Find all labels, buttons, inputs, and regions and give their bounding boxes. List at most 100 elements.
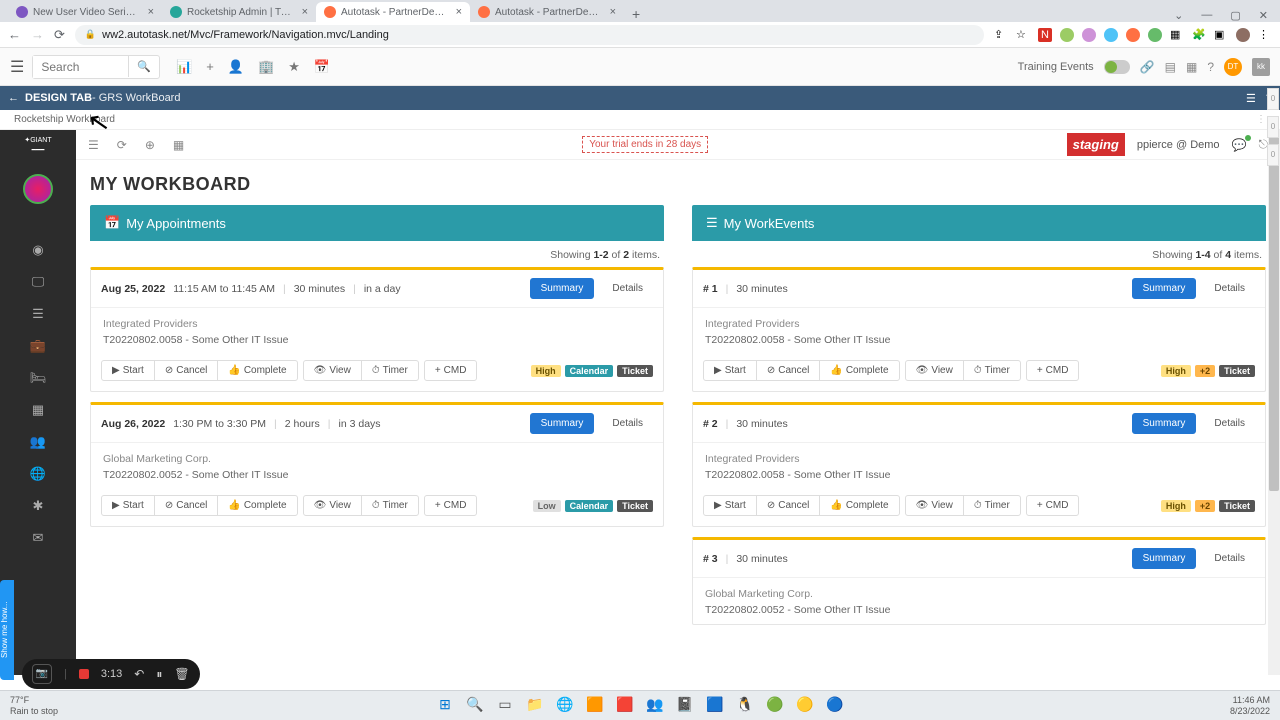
cancel-button[interactable]: ⊘ Cancel [756, 495, 821, 516]
record-icon[interactable] [79, 669, 89, 679]
system-clock[interactable]: 11:46 AM 8/23/2022 [1230, 695, 1270, 717]
close-icon[interactable]: × [302, 6, 308, 18]
card-icon[interactable]: ▤ [1165, 60, 1176, 74]
help-icon[interactable]: ? [1207, 60, 1214, 74]
timer-button[interactable]: ⏱ Timer [361, 360, 419, 381]
view-button[interactable]: 👁 View [905, 360, 964, 381]
address-bar[interactable]: 🔒 ww2.autotask.net/Mvc/Framework/Navigat… [75, 25, 984, 45]
close-icon[interactable]: × [456, 6, 462, 18]
summary-button[interactable]: Summary [530, 278, 595, 299]
cancel-button[interactable]: ⊘ Cancel [154, 495, 219, 516]
browser-tab[interactable]: Rocketship Admin | Ticket Routi× [162, 2, 316, 22]
complete-button[interactable]: 👍 Complete [217, 495, 297, 516]
star-icon[interactable]: ☆ [1016, 28, 1030, 42]
back-icon[interactable]: ← [8, 92, 19, 104]
extensions-icon[interactable]: 🧩 [1192, 28, 1206, 42]
details-button[interactable]: Details [602, 279, 653, 298]
teams-icon[interactable]: 👥 [645, 696, 665, 716]
browser-tab[interactable]: Autotask - PartnerDemo12.04.20× [470, 2, 624, 22]
summary-button[interactable]: Summary [1132, 413, 1197, 434]
cmd-button[interactable]: + CMD [1026, 495, 1080, 516]
mail-icon[interactable]: ✉ [33, 530, 44, 548]
ext-icon[interactable]: N [1038, 28, 1052, 42]
briefcase-icon[interactable]: 💼 [30, 338, 46, 356]
chat-icon[interactable]: 💬 [1232, 138, 1247, 152]
chrome-icon[interactable]: 🔵 [825, 696, 845, 716]
cmd-button[interactable]: + CMD [424, 360, 478, 381]
share-icon[interactable]: ⇪ [994, 28, 1008, 42]
dashboard-icon[interactable]: ◉ [32, 242, 43, 260]
start-button[interactable]: ▶ Start [703, 360, 757, 381]
timer-button[interactable]: ⏱ Timer [963, 360, 1021, 381]
scrollbar[interactable] [1268, 130, 1280, 675]
view-button[interactable]: 👁 View [303, 495, 362, 516]
weather-widget[interactable]: 77°F Rain to stop [10, 695, 58, 717]
ext-icon[interactable]: ▦ [1170, 28, 1184, 42]
building-icon[interactable]: 🏢 [258, 59, 274, 75]
plus-icon[interactable]: + [206, 59, 214, 75]
app-switcher[interactable]: kk [1252, 58, 1270, 76]
timer-button[interactable]: ⏱ Timer [963, 495, 1021, 516]
star-icon[interactable]: ★ [288, 59, 300, 75]
ext-icon[interactable] [1060, 28, 1074, 42]
grid-icon[interactable]: ▦ [1186, 60, 1197, 74]
close-icon[interactable]: × [148, 6, 154, 18]
trash-icon[interactable]: 🗑 [174, 667, 189, 681]
sidepanel-icon[interactable]: ▣ [1214, 28, 1228, 42]
show-me-how-tab[interactable]: Show me how... [0, 580, 14, 680]
users-icon[interactable]: 👥 [30, 434, 46, 452]
details-button[interactable]: Details [1204, 414, 1255, 433]
user-icon[interactable]: 👤 [228, 59, 244, 75]
chevron-down-icon[interactable]: ⌄ [1174, 9, 1183, 22]
menu-icon[interactable]: ☰ [88, 138, 99, 152]
forward-icon[interactable]: → [31, 27, 44, 42]
cmd-button[interactable]: + CMD [1026, 360, 1080, 381]
profile-avatar[interactable] [1236, 28, 1250, 42]
ext-icon[interactable] [1082, 28, 1096, 42]
menu-icon[interactable]: ☰ [10, 57, 24, 77]
close-icon[interactable]: × [610, 6, 616, 18]
search-icon[interactable]: 🔍 [465, 696, 485, 716]
summary-button[interactable]: Summary [1132, 278, 1197, 299]
reload-icon[interactable]: ⟳ [54, 27, 65, 43]
app-icon[interactable]: 🟡 [795, 696, 815, 716]
pause-icon[interactable]: ⏸ [156, 667, 162, 682]
compass-icon[interactable]: ⊕ [145, 138, 155, 152]
cancel-button[interactable]: ⊘ Cancel [756, 360, 821, 381]
ext-icon[interactable] [1126, 28, 1140, 42]
ext-icon[interactable] [1148, 28, 1162, 42]
link-icon[interactable]: 🔗 [1140, 60, 1155, 74]
dock-item[interactable]: 0 [1267, 116, 1279, 138]
search-input[interactable] [33, 56, 128, 78]
edge-icon[interactable]: 🌐 [555, 696, 575, 716]
explorer-icon[interactable]: 📁 [525, 696, 545, 716]
bug-icon[interactable]: ✱ [33, 498, 44, 516]
summary-button[interactable]: Summary [530, 413, 595, 434]
taskview-icon[interactable]: ▭ [495, 696, 515, 716]
cmd-button[interactable]: + CMD [424, 495, 478, 516]
training-link[interactable]: Training Events [1018, 61, 1094, 73]
calendar-icon[interactable]: 📅 [314, 59, 330, 75]
details-button[interactable]: Details [602, 414, 653, 433]
complete-button[interactable]: 👍 Complete [819, 495, 899, 516]
app-icon[interactable]: 🟥 [615, 696, 635, 716]
menu-icon[interactable]: ☰ [1246, 92, 1256, 105]
dock-item[interactable]: 0 [1267, 144, 1279, 166]
menu-icon[interactable]: ⋮ [1258, 28, 1272, 42]
undo-icon[interactable]: ↶ [134, 667, 144, 681]
list-icon[interactable]: ☰ [32, 306, 44, 324]
onenote-icon[interactable]: 📓 [675, 696, 695, 716]
app-icon[interactable]: 🐧 [735, 696, 755, 716]
start-button[interactable]: ▶ Start [101, 495, 155, 516]
summary-button[interactable]: Summary [1132, 548, 1197, 569]
monitor-icon[interactable]: 🖵 [32, 274, 45, 292]
ext-icon[interactable] [1104, 28, 1118, 42]
details-button[interactable]: Details [1204, 279, 1255, 298]
browser-tab[interactable]: New User Video Series - Onbo× [8, 2, 162, 22]
browser-tab-active[interactable]: Autotask - PartnerDemo12.04.20× [316, 2, 470, 22]
new-tab-button[interactable]: + [624, 6, 648, 22]
close-icon[interactable]: ✕ [1259, 9, 1268, 22]
timer-button[interactable]: ⏱ Timer [361, 495, 419, 516]
bed-icon[interactable]: 🛏 [30, 370, 47, 388]
app-icon[interactable]: 🟧 [585, 696, 605, 716]
